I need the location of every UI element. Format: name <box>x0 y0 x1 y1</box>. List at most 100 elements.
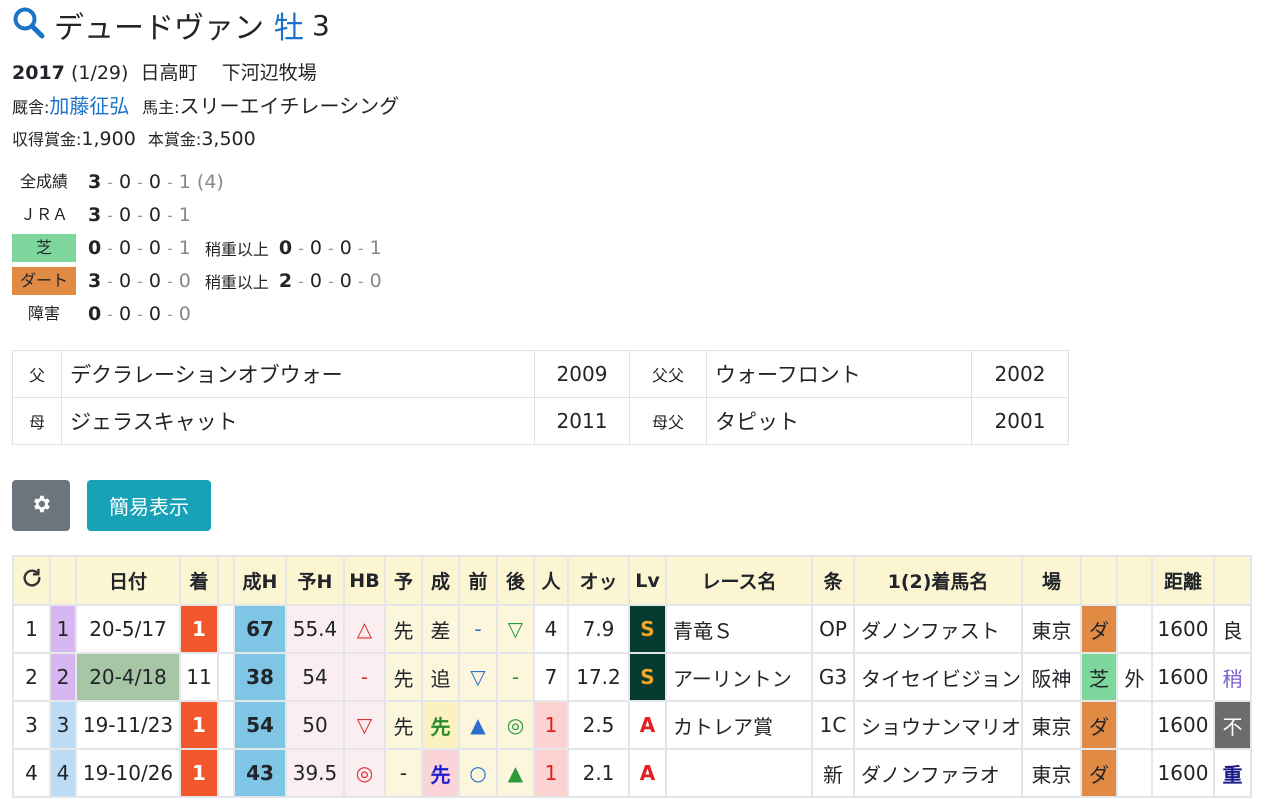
birth-date: (1/29) <box>70 62 129 84</box>
yo: 先 <box>384 604 423 654</box>
dam-label: 母 <box>12 397 62 445</box>
hb: - <box>343 652 386 702</box>
race-name[interactable]: カトレア賞 <box>665 700 813 750</box>
col-yo[interactable]: 予 <box>384 555 423 606</box>
record-label-turf: 芝 <box>12 234 76 262</box>
col-winner[interactable]: 1(2)着馬名 <box>853 555 1023 606</box>
birth-info: 2017 (1/29) 日高町 下河辺牧場 <box>12 58 317 85</box>
race-date: 19-11/23 <box>75 700 181 750</box>
record-value: 0 <box>119 270 132 292</box>
yo-h: 50 <box>285 700 345 750</box>
winner[interactable]: ショウナンマリオ <box>853 700 1023 750</box>
spacer <box>217 700 235 750</box>
col-odds[interactable]: オッ <box>567 555 630 606</box>
sei: 先 <box>421 700 460 750</box>
winner[interactable]: タイセイビジョン <box>853 652 1023 702</box>
row-n: 1 <box>49 604 77 654</box>
col-hb[interactable]: HB <box>343 555 386 606</box>
col-race[interactable]: レース名 <box>665 555 813 606</box>
record-value: 0 <box>278 237 293 259</box>
race-history-table: 日付 着 成H 予H HB 予 成 前 後 人 オッ Lv レース名 条 1(2… <box>12 555 1252 798</box>
yo-h: 39.5 <box>285 748 345 798</box>
sire-label: 父 <box>12 350 62 398</box>
col-yo-h[interactable]: 予H <box>285 555 345 606</box>
mae: ○ <box>458 748 498 798</box>
race-date: 20-4/18 <box>75 652 181 702</box>
record-value: 0 <box>178 270 191 292</box>
col-date[interactable]: 日付 <box>75 555 181 606</box>
refresh-button[interactable] <box>12 555 51 606</box>
sire-year: 2009 <box>534 350 630 398</box>
horse-age: 3 <box>312 8 330 42</box>
table-row[interactable]: 1 1 20-5/17 1 67 55.4 △ 先 差 - ▽ 4 7.9 S … <box>12 604 1252 654</box>
record-value: 0 <box>369 270 382 292</box>
table-row[interactable]: 2 2 20-4/18 11 38 54 - 先 追 ▽ - 7 17.2 S … <box>12 652 1252 702</box>
col-pop[interactable]: 人 <box>533 555 569 606</box>
record-value: 0 <box>119 171 132 193</box>
record-label-dirt: ダート <box>12 267 76 295</box>
col-lv[interactable]: Lv <box>628 555 667 606</box>
venue: 東京 <box>1021 748 1082 798</box>
owner-label: 馬主: <box>142 98 180 117</box>
dam-name: ジェラスキャット <box>61 397 535 445</box>
record-turf: 芝 0- 0- 0- 1 稍重以上 0- 0- 0- 1 <box>12 234 382 262</box>
record-value: 0 <box>148 303 161 325</box>
settings-button[interactable] <box>12 480 70 531</box>
col-finish[interactable]: 着 <box>179 555 219 606</box>
refresh-icon <box>21 568 43 594</box>
record-value: 0 <box>339 237 352 259</box>
race-name[interactable]: 青竜Ｓ <box>665 604 813 654</box>
col-going <box>1213 555 1252 606</box>
race-name[interactable] <box>665 748 813 798</box>
pedigree-row-sire: 父 デクラレーションオブウォー 2009 父父 ウォーフロント 2002 <box>12 350 1069 398</box>
distance: 1600 <box>1151 604 1215 654</box>
condition: OP <box>811 604 855 654</box>
prize-info: 収得賞金:1,900 本賞金:3,500 <box>12 126 256 150</box>
sei-h: 54 <box>233 700 287 750</box>
sei-h: 38 <box>233 652 287 702</box>
winner[interactable]: ダノンファラオ <box>853 748 1023 798</box>
race-name[interactable]: アーリントン <box>665 652 813 702</box>
col-mae[interactable]: 前 <box>458 555 498 606</box>
record-value: 0 <box>119 237 132 259</box>
trainer-link[interactable]: 加藤征弘 <box>49 94 129 118</box>
record-value: 1 <box>178 171 191 193</box>
prize-value: 3,500 <box>201 128 256 150</box>
yo: - <box>384 748 423 798</box>
going: 稍 <box>1213 652 1252 702</box>
winner[interactable]: ダノンファスト <box>853 604 1023 654</box>
yo: 先 <box>384 652 423 702</box>
spacer <box>217 652 235 702</box>
record-label: ＪＲＡ <box>19 205 68 224</box>
prize-label: 本賞金: <box>147 130 202 149</box>
record-value: 0 <box>148 237 161 259</box>
record-label: 障害 <box>27 304 60 323</box>
row-index: 4 <box>12 748 51 798</box>
surface: ダ <box>1080 604 1118 654</box>
row-index: 3 <box>12 700 51 750</box>
record-value: 2 <box>278 270 293 292</box>
birthplace: 日高町 <box>140 62 198 84</box>
table-row[interactable]: 4 4 19-10/26 1 43 39.5 ◎ - 先 ○ ▲ 1 2.1 A… <box>12 748 1252 798</box>
odds: 17.2 <box>567 652 630 702</box>
col-sei-h[interactable]: 成H <box>233 555 287 606</box>
col-venue[interactable]: 場 <box>1021 555 1082 606</box>
surface: ダ <box>1080 748 1118 798</box>
level: A <box>628 700 667 750</box>
ato: ▽ <box>496 604 535 654</box>
col-ato[interactable]: 後 <box>496 555 535 606</box>
yo: 先 <box>384 700 423 750</box>
yo-h: 55.4 <box>285 604 345 654</box>
table-row[interactable]: 3 3 19-11/23 1 54 50 ▽ 先 先 ▲ ◎ 1 2.5 A カ… <box>12 700 1252 750</box>
col-cond[interactable]: 条 <box>811 555 855 606</box>
dam-year: 2011 <box>534 397 630 445</box>
condition: G3 <box>811 652 855 702</box>
simple-view-button[interactable]: 簡易表示 <box>87 480 211 531</box>
col-sei[interactable]: 成 <box>421 555 460 606</box>
popularity: 1 <box>533 700 569 750</box>
sire-name: デクラレーションオブウォー <box>61 350 535 398</box>
search-icon[interactable] <box>12 6 46 44</box>
col-dist[interactable]: 距離 <box>1151 555 1215 606</box>
earn-label: 収得賞金: <box>12 130 82 149</box>
trainer-owner-info: 厩舎:加藤征弘 馬主:スリーエイチレーシング <box>12 90 399 119</box>
